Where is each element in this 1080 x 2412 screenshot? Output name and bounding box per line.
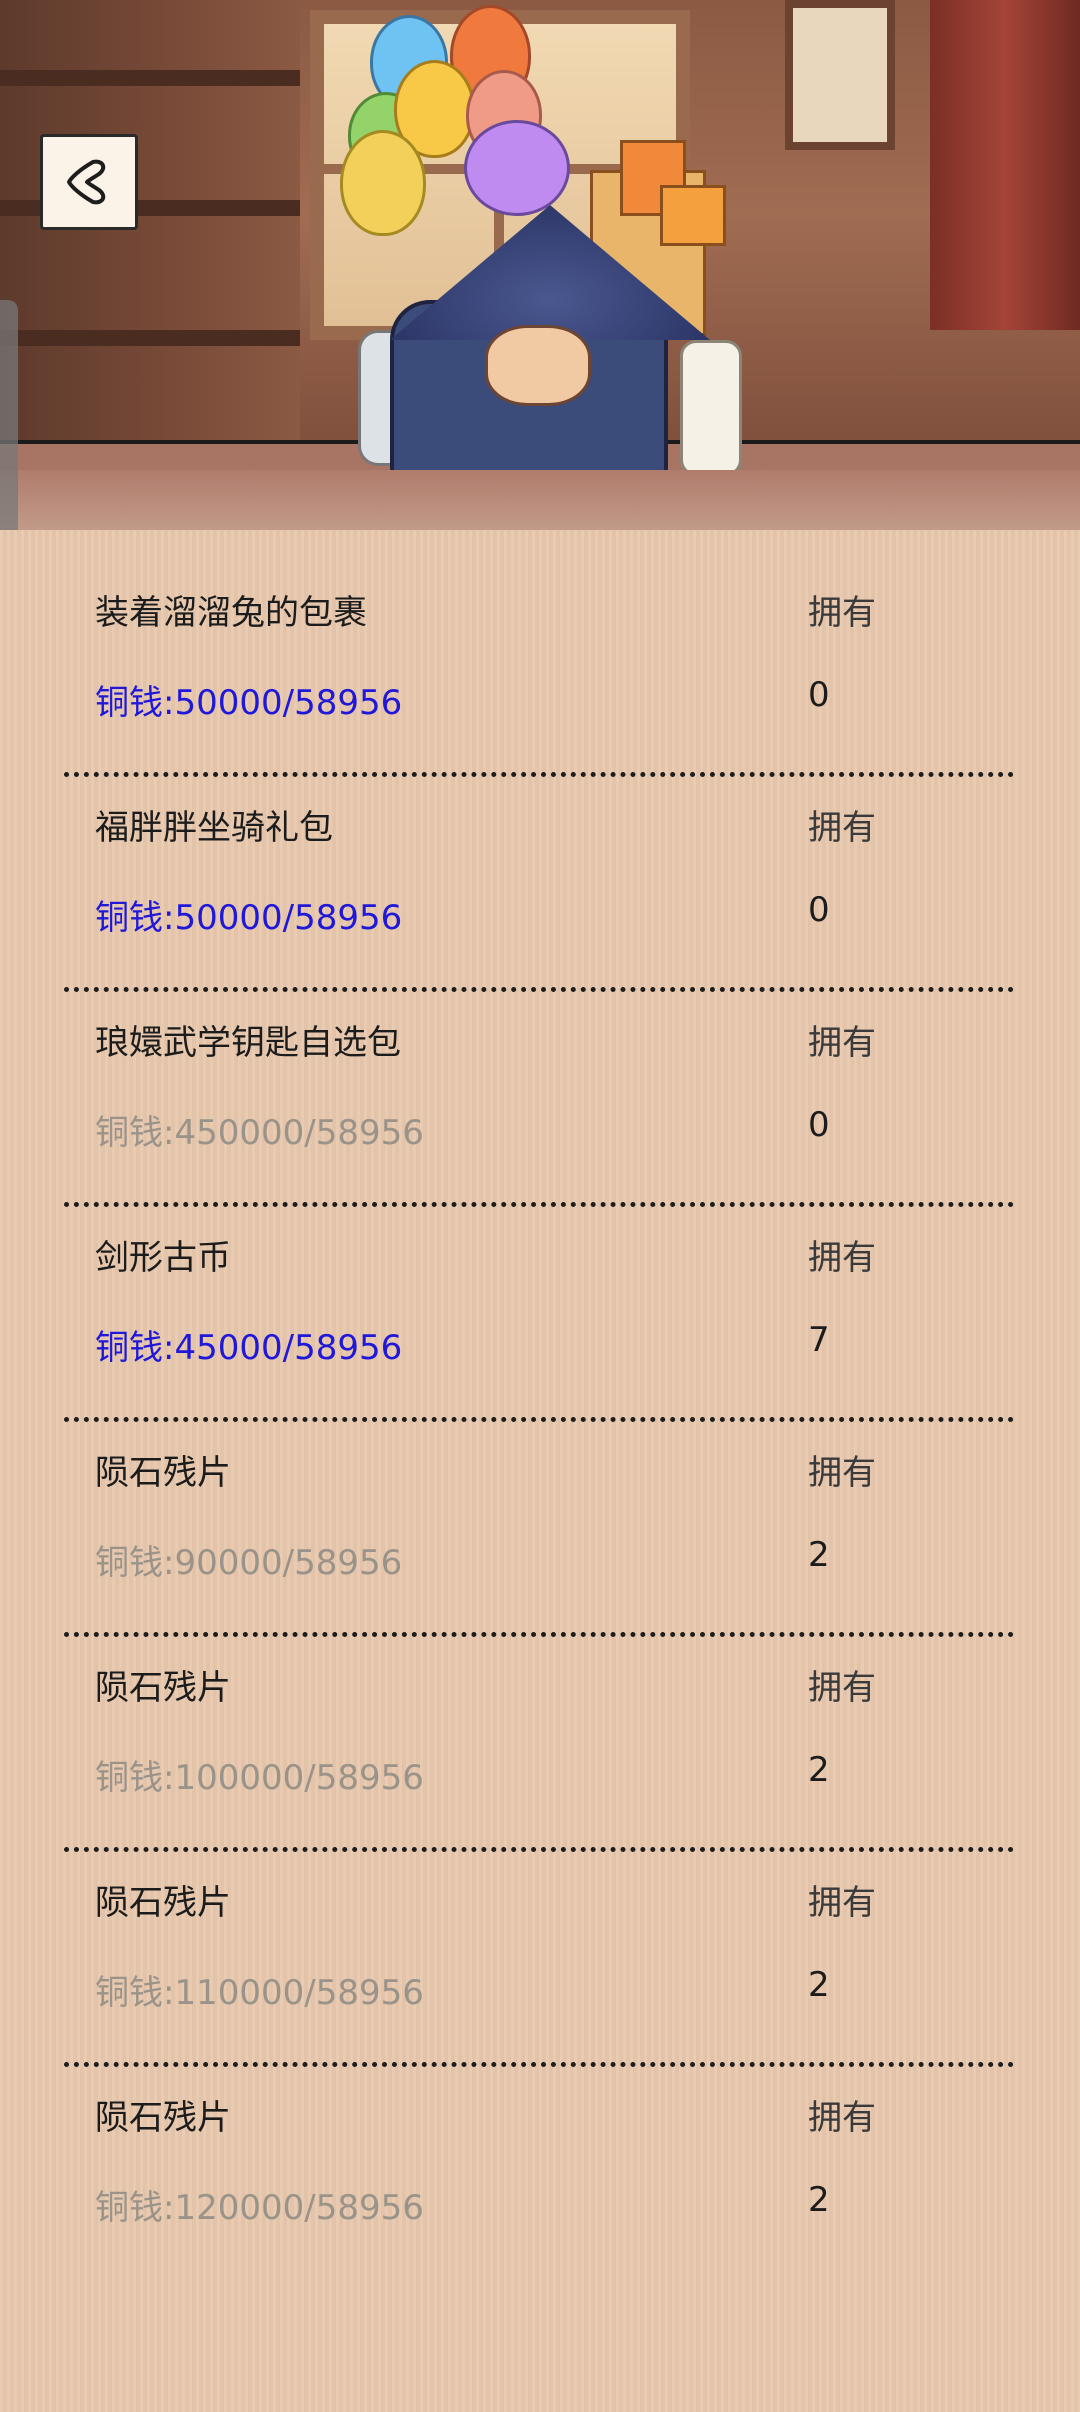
owned-label: 拥有 (808, 593, 876, 633)
list-item[interactable]: 陨石残片 拥有 铜钱:120000/58956 2 (0, 2035, 1080, 2250)
item-name: 陨石残片 (95, 1453, 231, 1493)
owned-count: 0 (808, 890, 830, 930)
owned-count: 2 (808, 1965, 830, 2005)
back-arrow-icon (67, 159, 106, 205)
owned-label: 拥有 (808, 808, 876, 848)
shop-item-list: 装着溜溜兔的包裹 拥有 铜钱:50000/58956 0 福胖胖坐骑礼包 拥有 … (0, 530, 1080, 2412)
item-name: 福胖胖坐骑礼包 (95, 808, 333, 848)
owned-label: 拥有 (808, 1023, 876, 1063)
owned-count: 2 (808, 2180, 830, 2220)
item-price: 铜钱:50000/58956 (95, 683, 403, 723)
owned-count: 0 (808, 1105, 830, 1145)
owned-label: 拥有 (808, 2098, 876, 2138)
owned-label: 拥有 (808, 1668, 876, 1708)
item-name: 陨石残片 (95, 1883, 231, 1923)
list-item[interactable]: 福胖胖坐骑礼包 拥有 铜钱:50000/58956 0 (0, 745, 1080, 992)
wall-painting (785, 0, 895, 150)
counter-edge (0, 470, 1080, 534)
item-name: 陨石残片 (95, 2098, 231, 2138)
owned-count: 2 (808, 1750, 830, 1790)
list-item[interactable]: 陨石残片 拥有 铜钱:90000/58956 2 (0, 1390, 1080, 1637)
owned-label: 拥有 (808, 1453, 876, 1493)
item-name: 琅嬛武学钥匙自选包 (95, 1023, 401, 1063)
shelf (0, 70, 300, 86)
item-price: 铜钱:120000/58956 (95, 2188, 424, 2228)
owned-count: 0 (808, 675, 830, 715)
item-name: 剑形古币 (95, 1238, 231, 1278)
shelf (0, 330, 300, 346)
merchant-face (485, 325, 591, 406)
list-item[interactable]: 琅嬛武学钥匙自选包 拥有 铜钱:450000/58956 0 (0, 960, 1080, 1207)
item-price: 铜钱:50000/58956 (95, 898, 403, 938)
owned-label: 拥有 (808, 1238, 876, 1278)
owned-count: 2 (808, 1535, 830, 1575)
item-name: 装着溜溜兔的包裹 (95, 593, 367, 633)
gift-box-icon (660, 185, 726, 246)
header-banner (0, 0, 1080, 478)
list-item[interactable]: 陨石残片 拥有 铜钱:100000/58956 2 (0, 1605, 1080, 1852)
back-button[interactable] (40, 134, 138, 230)
owned-label: 拥有 (808, 1883, 876, 1923)
item-price: 铜钱:110000/58956 (95, 1973, 424, 2013)
item-price: 铜钱:90000/58956 (95, 1543, 403, 1583)
heart-balloon-icon (464, 120, 570, 216)
scroll-icon (680, 340, 742, 476)
item-price: 铜钱:100000/58956 (95, 1758, 424, 1798)
curtain (930, 0, 1080, 330)
item-price: 铜钱:450000/58956 (95, 1113, 424, 1153)
balloon-icon (340, 130, 426, 236)
item-price: 铜钱:45000/58956 (95, 1328, 403, 1368)
list-item[interactable]: 陨石残片 拥有 铜钱:110000/58956 2 (0, 1820, 1080, 2067)
list-item[interactable]: 剑形古币 拥有 铜钱:45000/58956 7 (0, 1175, 1080, 1422)
item-name: 陨石残片 (95, 1668, 231, 1708)
owned-count: 7 (808, 1320, 830, 1360)
list-item[interactable]: 装着溜溜兔的包裹 拥有 铜钱:50000/58956 0 (0, 530, 1080, 777)
